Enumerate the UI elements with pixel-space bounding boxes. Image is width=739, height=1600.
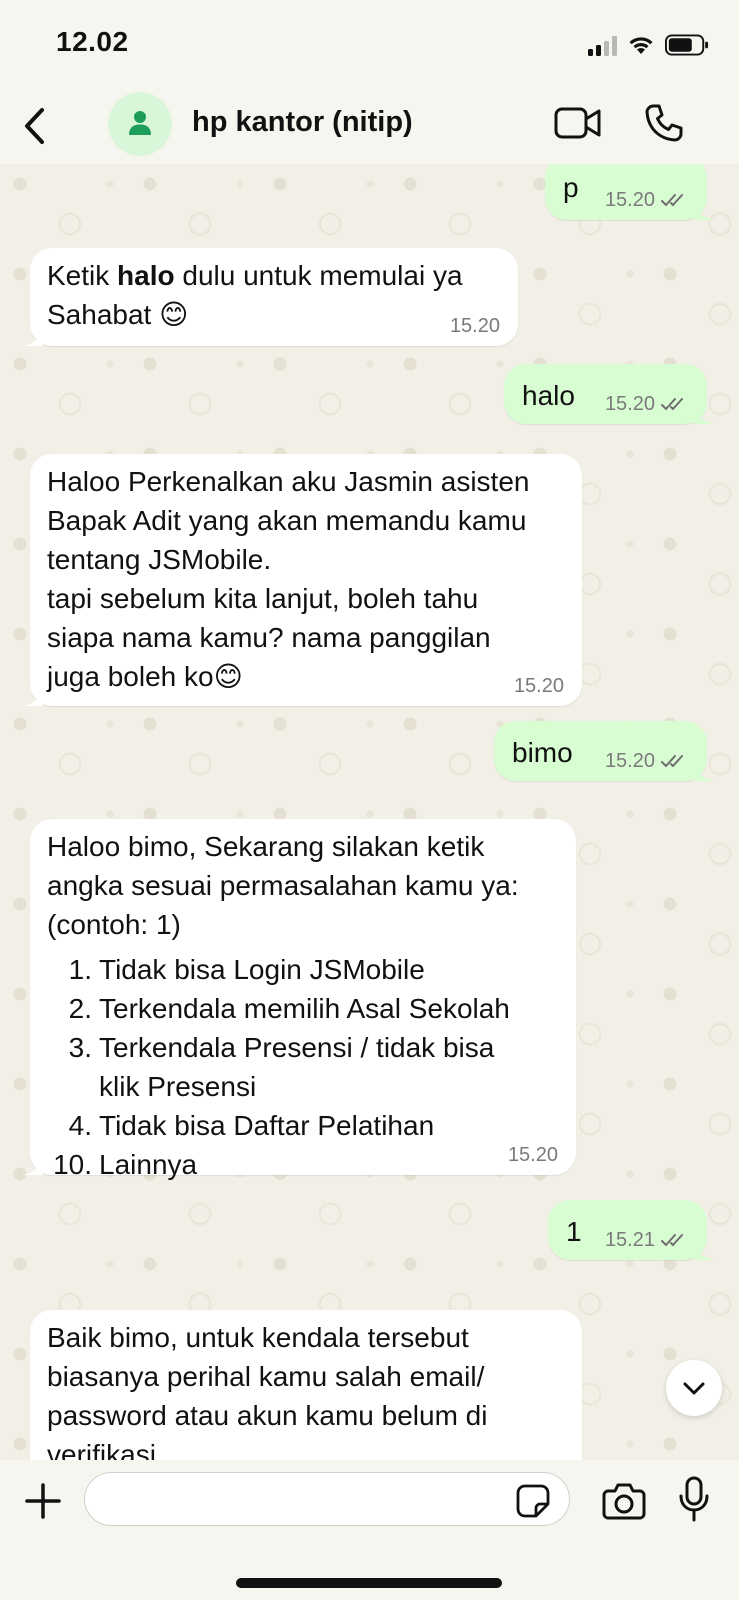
list-item-number: 3. [68, 1032, 92, 1063]
message-bubble-incoming[interactable]: Haloo Perkenalkan aku Jasmin asisten Bap… [21, 454, 582, 706]
message-text: Ketik halo dulu untuk memulai ya Sahabat… [47, 260, 463, 330]
list-item-text: Lainnya [99, 1149, 198, 1180]
video-call-icon[interactable] [554, 106, 602, 140]
message-bubble-outgoing[interactable]: 1 15.21 [548, 1200, 716, 1260]
avatar[interactable] [108, 92, 172, 156]
message-time: 15.20 [513, 675, 564, 697]
message-time: 15.20 [507, 1144, 558, 1166]
message-meta: 15.20 [605, 751, 689, 771]
message-text: Haloo Perkenalkan aku Jasmin asisten Bap… [47, 466, 530, 692]
status-bar: 12.02 [0, 0, 739, 90]
message-bubble-outgoing[interactable]: p 15.20 [545, 164, 716, 220]
cellular-signal-icon [588, 34, 617, 56]
sticker-icon[interactable] [516, 1484, 550, 1518]
microphone-icon[interactable] [678, 1476, 710, 1522]
list-item: 3. Terkendala Presensi / tidak bisa klik … [47, 1028, 572, 1106]
plus-icon[interactable] [24, 1482, 62, 1520]
message-bubble-incoming[interactable]: Haloo bimo, Sekarang silakan ketik angka… [21, 819, 576, 1180]
message-bubble-outgoing[interactable]: bimo 15.20 [494, 721, 716, 781]
message-time: 15.20 [604, 189, 655, 211]
list-item: 10. Lainnya [47, 1145, 572, 1184]
message-text: p [563, 172, 579, 203]
bubble-tail [694, 761, 716, 781]
message-meta: 15.20 [514, 676, 564, 696]
read-ticks-icon [661, 1234, 683, 1246]
message-bubble-outgoing[interactable]: halo 15.20 [504, 364, 716, 424]
message-time: 15.21 [604, 1229, 655, 1251]
message-meta: 15.20 [508, 1145, 558, 1165]
list-item-number: 1. [68, 954, 92, 985]
chat-messages-area[interactable]: p 15.20 Ketik halo dulu untuk memulai ya… [0, 164, 739, 1460]
list-item-text: Terkendala Presensi / tidak bisa klik Pr… [99, 1032, 495, 1102]
bubble-tail [21, 1155, 43, 1175]
bubble-tail [21, 686, 43, 706]
list-item-number: 4. [68, 1110, 92, 1141]
message-time: 15.20 [604, 750, 655, 772]
read-ticks-icon [661, 194, 683, 206]
back-icon[interactable] [18, 104, 58, 148]
read-ticks-icon [661, 755, 683, 767]
message-time: 15.20 [449, 315, 500, 337]
message-meta: 15.20 [605, 190, 689, 210]
status-icons [588, 30, 709, 60]
message-bubble-incoming[interactable]: Ketik halo dulu untuk memulai ya Sahabat… [21, 248, 518, 346]
message-text: Baik bimo, untuk kendala tersebut biasan… [47, 1322, 488, 1460]
message-body: Haloo bimo, Sekarang silakan ketik angka… [47, 827, 572, 1184]
message-text: 1 [566, 1216, 582, 1247]
bubble-tail [694, 1240, 716, 1260]
contact-name[interactable]: hp kantor (nitip) [192, 106, 413, 139]
list-item-text: Tidak bisa Login JSMobile [99, 954, 425, 985]
phone-call-icon[interactable] [644, 103, 684, 143]
bubble-tail [21, 326, 43, 346]
home-indicator [236, 1578, 502, 1588]
wifi-icon [629, 37, 653, 54]
camera-icon[interactable] [602, 1482, 646, 1520]
message-meta: 15.21 [605, 1230, 689, 1250]
message-input[interactable] [84, 1472, 570, 1526]
bubble-tail [694, 404, 716, 424]
message-text: bimo [512, 737, 573, 768]
list-item-text: Terkendala memilih Asal Sekolah [99, 993, 510, 1024]
list-item: 1. Tidak bisa Login JSMobile [47, 950, 572, 989]
composer-bar [0, 1460, 739, 1600]
list-item-text: Tidak bisa Daftar Pelatihan [99, 1110, 435, 1141]
chat-header: hp kantor (nitip) [0, 90, 739, 164]
scroll-to-bottom-button[interactable] [666, 1360, 722, 1416]
person-icon [129, 111, 151, 135]
status-time: 12.02 [56, 26, 129, 57]
bubble-tail [694, 200, 716, 220]
read-ticks-icon [661, 398, 683, 410]
battery-icon [665, 34, 709, 56]
list-item: 2. Terkendala memilih Asal Sekolah [47, 989, 572, 1028]
message-bubble-incoming[interactable]: Baik bimo, untuk kendala tersebut biasan… [30, 1310, 582, 1460]
message-bold-text: halo [117, 260, 175, 291]
message-text: halo [522, 380, 575, 411]
message-text: Haloo bimo, Sekarang silakan ketik angka… [47, 831, 519, 940]
message-time: 15.20 [604, 393, 655, 415]
list-item: 4. Tidak bisa Daftar Pelatihan [47, 1106, 572, 1145]
list-item-number: 2. [68, 993, 92, 1024]
chevron-down-icon [683, 1382, 705, 1395]
message-meta: 15.20 [450, 316, 500, 336]
list-item-number: 10. [53, 1149, 92, 1180]
message-meta: 15.20 [605, 394, 689, 414]
option-list: 1. Tidak bisa Login JSMobile 2. Terkendala… [47, 950, 572, 1184]
